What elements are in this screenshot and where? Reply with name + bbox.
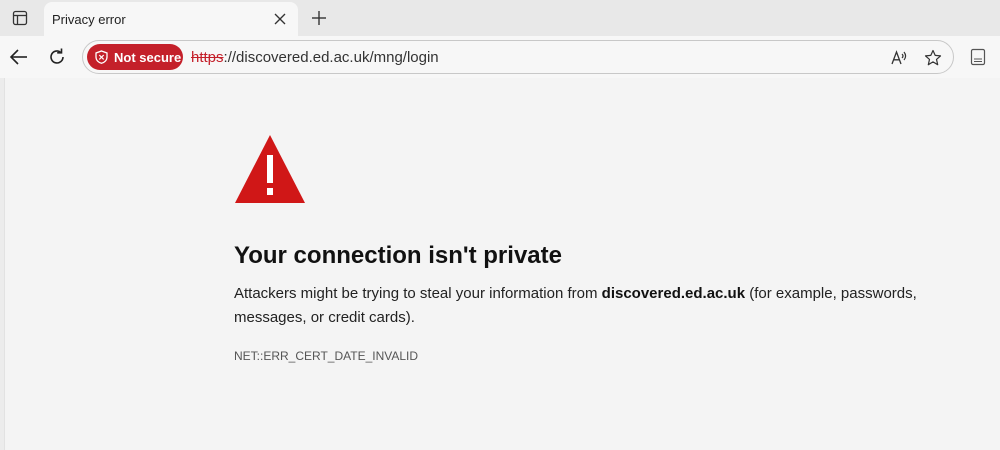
tab-strip: Privacy error: [0, 0, 1000, 36]
tab-actions-button[interactable]: [0, 0, 40, 36]
tab-close-button[interactable]: [266, 5, 294, 33]
refresh-icon: [50, 48, 64, 64]
error-heading: Your connection isn't private: [234, 242, 562, 269]
error-code[interactable]: NET::ERR_CERT_DATE_INVALID: [234, 349, 418, 363]
read-aloud-icon: [891, 50, 907, 65]
tab-title: Privacy error: [52, 11, 126, 27]
security-label: Not secure: [114, 49, 182, 65]
warning-icon: [235, 135, 305, 203]
tab-actions-icon: [12, 10, 28, 26]
error-page: Your connection isn't private Attackers …: [4, 78, 1000, 450]
star-icon: [924, 49, 942, 66]
back-arrow-icon: [9, 49, 27, 65]
back-button[interactable]: [2, 40, 36, 74]
error-message: Attackers might be trying to steal your …: [234, 282, 934, 330]
plus-icon: [312, 11, 326, 25]
favorite-button[interactable]: [920, 45, 946, 71]
address-bar[interactable]: Not secure https://discovered.ed.ac.uk/m…: [82, 40, 954, 74]
new-tab-button[interactable]: [304, 3, 334, 33]
message-before: Attackers might be trying to steal your …: [234, 285, 602, 302]
url-text[interactable]: https://discovered.ed.ac.uk/mng/login: [191, 49, 439, 66]
close-icon: [274, 13, 286, 25]
error-domain: discovered.ed.ac.uk: [601, 285, 746, 302]
not-secure-badge[interactable]: Not secure: [87, 44, 183, 70]
sidebar-icon: [970, 48, 986, 66]
url-scheme: https: [191, 49, 224, 66]
read-aloud-button[interactable]: [886, 45, 912, 71]
refresh-button[interactable]: [40, 40, 74, 74]
url-rest: ://discovered.ed.ac.uk/mng/login: [223, 49, 439, 66]
shield-icon: [95, 50, 108, 64]
sidebar-button[interactable]: [966, 45, 990, 69]
toolbar: Not secure https://discovered.ed.ac.uk/m…: [0, 36, 1000, 78]
active-tab[interactable]: Privacy error: [44, 2, 298, 36]
